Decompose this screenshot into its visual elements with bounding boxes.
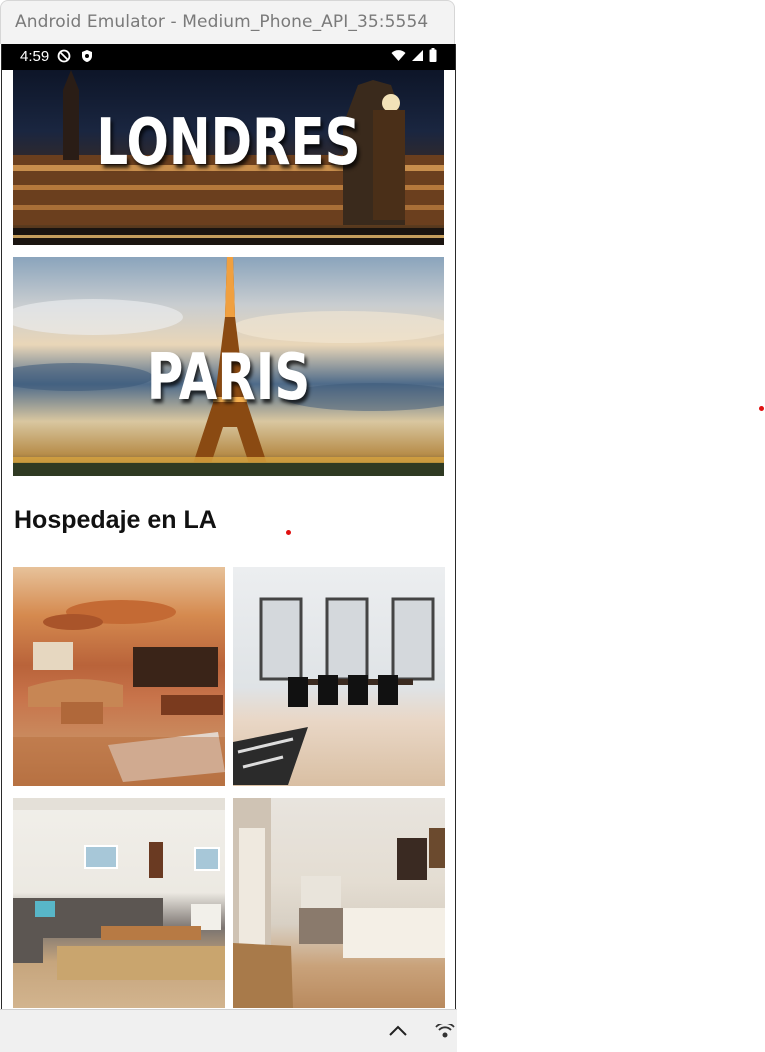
london-banner-label: LONDRES <box>96 106 361 180</box>
cell-signal-icon <box>411 49 424 67</box>
emulator-title-bar[interactable]: Android Emulator - Medium_Phone_API_35:5… <box>0 0 455 44</box>
scroll-content[interactable]: LONDRES PARIS Hospedaje en LA <box>2 70 455 1009</box>
status-icons <box>391 48 437 67</box>
emulator-bottom-bar <box>0 1009 457 1052</box>
lodging-photo-dining-room[interactable] <box>233 567 445 786</box>
living-room-image <box>13 600 225 786</box>
section-title: Hospedaje en LA <box>14 506 217 534</box>
phone-screen: 4:59 LONDRES PARIS Hospedaje en LA <box>1 44 456 1009</box>
paris-banner[interactable]: PARIS <box>13 257 444 476</box>
lodging-photo-living-room[interactable] <box>13 567 225 786</box>
dining-room-image <box>233 597 435 785</box>
battery-icon <box>429 48 437 67</box>
london-banner[interactable]: LONDRES <box>13 70 444 245</box>
lodging-photo-cozy-living[interactable] <box>13 798 225 1008</box>
red-marker-dot <box>759 406 764 411</box>
emulator-window: Android Emulator - Medium_Phone_API_35:5… <box>0 0 457 1052</box>
chevron-up-icon[interactable] <box>388 1024 408 1042</box>
cozy-living-image <box>13 798 225 980</box>
kitchen-image <box>233 798 445 1008</box>
status-time: 4:59 <box>20 48 50 65</box>
red-marker-dot <box>286 530 291 535</box>
paris-banner-label: PARIS <box>146 341 311 415</box>
play-protect-icon <box>57 49 71 63</box>
shield-icon <box>80 49 94 63</box>
wifi-icon <box>391 49 406 67</box>
status-bar: 4:59 <box>2 44 455 70</box>
emulator-title: Android Emulator - Medium_Phone_API_35:5… <box>15 12 429 32</box>
wireless-icon[interactable] <box>434 1022 456 1051</box>
lodging-photo-kitchen[interactable] <box>233 798 445 1008</box>
